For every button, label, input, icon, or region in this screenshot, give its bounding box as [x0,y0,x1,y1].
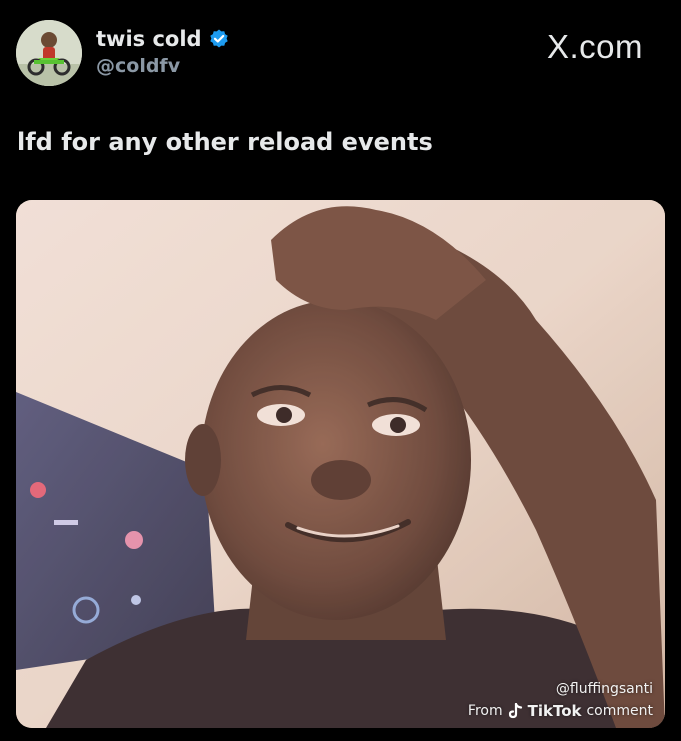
avatar-image [16,20,82,86]
verified-badge-icon [208,28,230,50]
media-photo [16,200,665,728]
post-header: twis cold @coldfv [16,20,230,86]
post-card: twis cold @coldfv X.com lfd for any othe… [0,0,681,741]
author-handle[interactable]: @coldfv [96,54,230,78]
brand-mark: X.com [547,28,643,66]
source-suffix: comment [586,703,653,719]
source-app-name: TikTok [527,702,582,720]
avatar[interactable] [16,20,82,86]
author-names: twis cold @coldfv [96,26,230,78]
brand-label: X.com [546,28,643,65]
source-prefix: From [467,703,503,719]
post-text: lfd for any other reload events [17,128,433,156]
tiktok-icon [508,702,523,719]
name-row: twis cold [96,26,230,52]
media-credit: @fluffingsanti From TikTok comment [468,680,653,720]
display-name[interactable]: twis cold [96,26,202,52]
source-row: From TikTok comment [468,702,653,720]
post-media[interactable]: @fluffingsanti From TikTok comment [16,200,665,728]
watermark-handle: @fluffingsanti [555,681,653,697]
